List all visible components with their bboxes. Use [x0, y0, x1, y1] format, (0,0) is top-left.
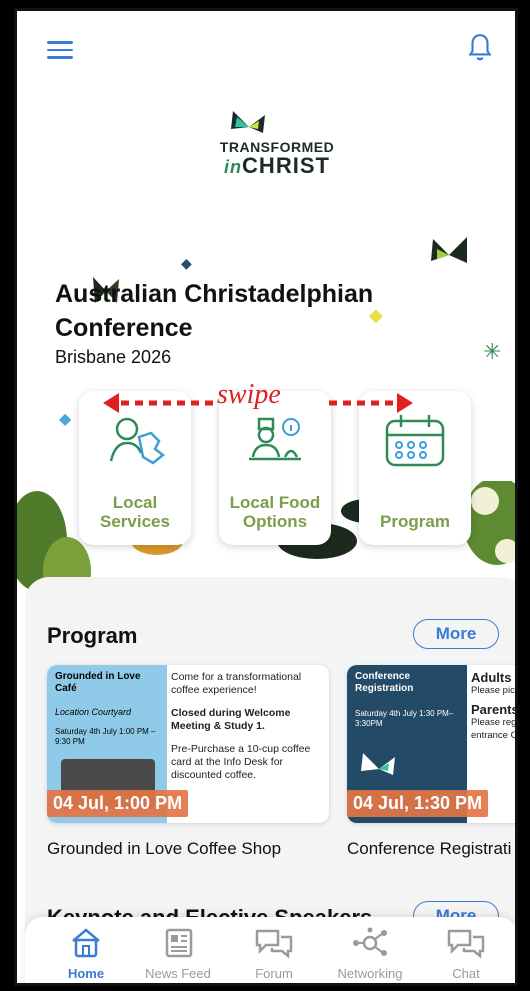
conference-title: Australian Christadelphian Conference: [55, 280, 374, 342]
event-card-description: Adults Please pick up your pack in the P…: [471, 670, 518, 741]
nav-chat[interactable]: Chat: [421, 927, 511, 981]
arrow-left-icon: [103, 393, 215, 413]
arrow-right-icon: [329, 393, 413, 413]
sparkle-icon: ✳: [483, 339, 502, 364]
tile-local-food-options[interactable]: Local Food Options: [219, 391, 331, 545]
newsfeed-icon: [165, 928, 193, 958]
bell-icon[interactable]: [467, 33, 493, 63]
conference-logo: TRANSFORMED inCHRIST: [215, 109, 339, 179]
butterfly-logo-icon: [361, 753, 395, 775]
tile-label: Local Services: [100, 493, 170, 531]
nav-home[interactable]: Home: [41, 927, 131, 981]
logo-line2: inCHRIST: [224, 153, 330, 178]
home-icon: [72, 928, 100, 958]
event-card[interactable]: Grounded in Love Café Location Courtyard…: [47, 665, 329, 823]
event-title[interactable]: Grounded in Love Coffee Shop: [47, 839, 281, 859]
sparkle-icon: ◆: [181, 255, 192, 271]
swipe-hint: swipe: [217, 379, 281, 410]
local-services-icon: [109, 417, 165, 465]
event-card[interactable]: Conference Registration Saturday 4th Jul…: [347, 665, 518, 823]
sparkle-icon: ◆: [59, 411, 72, 428]
hamburger-icon[interactable]: [47, 41, 73, 59]
app-screen: TRANSFORMED inCHRIST ◆ ◆ ✳ ◆ Australian …: [14, 8, 518, 986]
program-section-title: Program: [47, 623, 138, 648]
nav-forum[interactable]: Forum: [229, 927, 319, 981]
tile-program[interactable]: Program: [359, 391, 471, 545]
program-more-button[interactable]: More: [413, 619, 499, 649]
calendar-icon: [385, 415, 445, 467]
tile-label: Program: [380, 512, 450, 531]
tile-label: Local Food Options: [229, 493, 321, 531]
butterfly-decoration-icon: [431, 237, 467, 263]
conference-subtitle: Brisbane 2026: [55, 347, 172, 367]
bottom-navigation: Home News Feed Forum Networking Chat: [25, 917, 515, 983]
event-card-description: Come for a transformational coffee exper…: [171, 671, 311, 781]
event-date-badge: 04 Jul, 1:00 PM: [47, 790, 189, 817]
forum-icon: [255, 929, 293, 959]
food-info-icon: [249, 417, 301, 461]
event-title[interactable]: Conference Registrati: [347, 839, 511, 859]
nav-news-feed[interactable]: News Feed: [133, 927, 223, 981]
nav-networking[interactable]: Networking: [325, 927, 415, 981]
tile-local-services[interactable]: Local Services: [79, 391, 191, 545]
event-date-badge: 04 Jul, 1:30 PM: [347, 790, 489, 817]
networking-icon: [353, 927, 387, 956]
chat-icon: [447, 929, 485, 959]
